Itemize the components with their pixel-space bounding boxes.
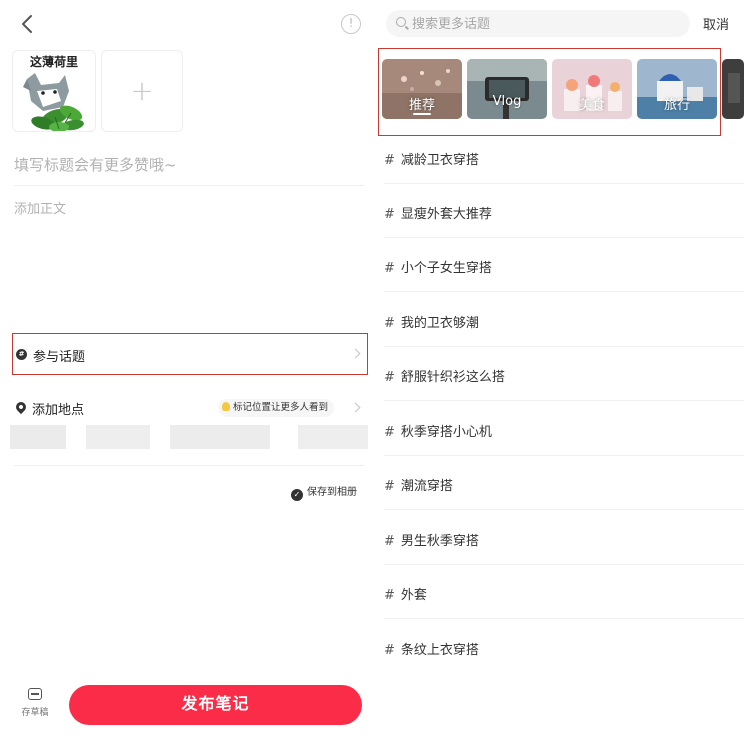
save-to-album-label: 保存到相册 <box>307 487 357 498</box>
location-suggestions-blurred <box>10 425 376 449</box>
topic-list-item[interactable]: # 舒服针织衫这么搭 <box>384 347 744 401</box>
topic-name: 小个子女生穿搭 <box>400 261 492 276</box>
publish-note-button[interactable]: 发布笔记 <box>69 685 362 725</box>
back-arrow-icon[interactable] <box>16 12 40 36</box>
topic-search-panel: 取消 推荐 Vlog <box>376 0 744 740</box>
topic-name: 减龄卫衣穿搭 <box>400 153 479 168</box>
chevron-right-icon <box>350 402 361 413</box>
hashtag-icon: # <box>384 643 395 658</box>
title-input[interactable] <box>14 150 364 180</box>
category-tab-more[interactable] <box>722 59 744 119</box>
topic-list-item[interactable]: # 我的卫衣够潮 <box>384 293 744 347</box>
join-topic-row[interactable]: # 参与话题 <box>12 333 368 375</box>
topic-list-item[interactable]: # 显瘦外套大推荐 <box>384 184 744 238</box>
topic-list-item[interactable]: # 条纹上衣穿搭 <box>384 620 744 674</box>
topic-name: 男生秋季穿搭 <box>400 534 479 549</box>
check-circle-icon: ✓ <box>291 489 303 501</box>
topic-name: 秋季穿搭小心机 <box>400 425 492 440</box>
lightbulb-icon <box>222 402 230 411</box>
topic-name: 潮流穿搭 <box>400 479 453 494</box>
hashtag-icon: # <box>384 588 395 603</box>
location-tip-text: 标记位置让更多人看到 <box>233 402 329 413</box>
chevron-right-icon <box>350 348 361 359</box>
category-label: 推荐 <box>408 98 435 113</box>
divider <box>14 185 364 186</box>
join-topic-label: 参与话题 <box>33 350 86 365</box>
vlog-cover-image <box>467 59 547 119</box>
cancel-button[interactable]: 取消 <box>703 14 729 33</box>
category-label: Vlog <box>492 94 522 109</box>
save-draft-label: 存草稿 <box>21 708 49 718</box>
add-image-button[interactable]: + <box>101 50 183 132</box>
topic-name: 我的卫衣够潮 <box>400 316 479 331</box>
save-draft-button[interactable]: 存草稿 <box>18 688 52 728</box>
category-tab-travel[interactable]: 旅行 <box>637 59 717 119</box>
topic-list-item[interactable]: # 小个子女生穿搭 <box>384 238 744 292</box>
location-pin-icon <box>13 399 29 415</box>
topic-search-input[interactable] <box>412 14 682 34</box>
note-composer-panel: ! 这薄荷里 + # 参与话题 添加地点 标记位置让更多人看到 <box>0 0 372 740</box>
info-icon[interactable]: ! <box>341 14 361 34</box>
hashtag-icon: # <box>384 479 395 494</box>
category-tab-recommend[interactable]: 推荐 <box>382 59 462 119</box>
topic-search-bar[interactable] <box>386 10 690 37</box>
topic-name: 舒服针织衫这么搭 <box>400 370 505 385</box>
image-caption-text: 这薄荷里 <box>29 55 78 69</box>
add-location-label: 添加地点 <box>32 403 85 418</box>
search-icon <box>396 17 406 27</box>
category-label: 旅行 <box>663 98 690 113</box>
topic-list-item[interactable]: # 秋季穿搭小心机 <box>384 402 744 456</box>
topic-list-item[interactable]: # 外套 <box>384 565 744 619</box>
hashtag-icon: # <box>384 153 395 168</box>
draft-box-icon <box>28 688 42 700</box>
category-tab-food[interactable]: 美食 <box>552 59 632 119</box>
body-text-input[interactable] <box>14 198 364 308</box>
category-tab-vlog[interactable]: Vlog <box>467 59 547 119</box>
selected-underline <box>413 113 431 115</box>
topic-name: 条纹上衣穿搭 <box>400 643 479 658</box>
hashtag-icon: # <box>384 425 395 440</box>
selected-image-thumbnail[interactable]: 这薄荷里 <box>12 50 96 132</box>
category-label: 美食 <box>578 98 605 113</box>
topic-name: 显瘦外套大推荐 <box>400 207 492 222</box>
more-cover-image <box>722 59 744 119</box>
divider <box>14 465 364 466</box>
save-to-album-toggle[interactable]: ✓ 保存到相册 <box>291 483 357 501</box>
topic-list-item[interactable]: # 减龄卫衣穿搭 <box>384 130 744 184</box>
topic-list-item[interactable]: # 男生秋季穿搭 <box>384 511 744 565</box>
location-tip-badge: 标记位置让更多人看到 <box>218 399 335 417</box>
hashtag-icon: # <box>384 207 395 222</box>
topic-name: 外套 <box>400 588 427 603</box>
hashtag-icon: # <box>16 349 27 360</box>
add-location-row[interactable]: 添加地点 标记位置让更多人看到 <box>12 394 368 422</box>
hashtag-icon: # <box>384 534 395 549</box>
hashtag-icon: # <box>384 316 395 331</box>
hashtag-icon: # <box>384 370 395 385</box>
topic-list-item[interactable]: # 潮流穿搭 <box>384 456 744 510</box>
hashtag-icon: # <box>384 261 395 276</box>
